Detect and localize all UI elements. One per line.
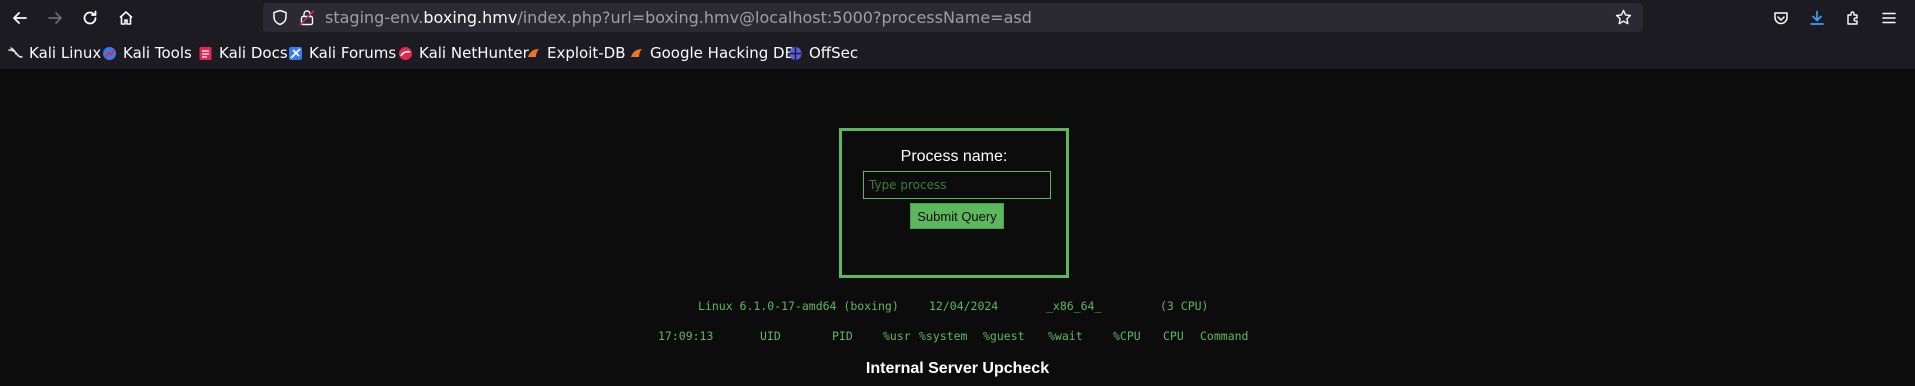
back-arrow-icon bbox=[13, 11, 27, 24]
back-button[interactable] bbox=[6, 4, 34, 31]
bookmark-label: OffSec bbox=[809, 44, 859, 62]
bookmark-kali-forums[interactable]: Kali Forums bbox=[288, 43, 396, 63]
col-pid: PID bbox=[832, 329, 853, 343]
tracking-shield-icon[interactable] bbox=[272, 9, 288, 26]
url-bar[interactable]: staging-env.boxing.hmv/index.php?url=box… bbox=[263, 3, 1643, 32]
col-wait: %wait bbox=[1048, 329, 1083, 343]
bookmark-label: Google Hacking DB bbox=[650, 44, 795, 62]
url-subdomain: staging-env. bbox=[325, 8, 424, 27]
browser-toolbar: staging-env.boxing.hmv/index.php?url=box… bbox=[0, 0, 1915, 35]
bookmark-exploit-db[interactable]: Exploit-DB bbox=[526, 43, 626, 63]
bookmark-kali-tools[interactable]: Kali Tools bbox=[102, 43, 192, 63]
kali-forums-icon bbox=[289, 46, 302, 60]
page-content: Process name: Submit Query Linux 6.1.0-1… bbox=[0, 70, 1915, 386]
forward-button[interactable] bbox=[41, 4, 69, 31]
ghdb-icon bbox=[631, 48, 642, 57]
hamburger-icon bbox=[1882, 12, 1896, 24]
col-usr: %usr bbox=[883, 329, 911, 343]
bookmark-kali-linux[interactable]: Kali Linux bbox=[8, 43, 101, 63]
col-cpu: CPU bbox=[1163, 329, 1184, 343]
bookmark-label: Exploit-DB bbox=[547, 44, 626, 62]
puzzle-icon bbox=[1847, 11, 1858, 25]
url-text[interactable]: staging-env.boxing.hmv/index.php?url=box… bbox=[325, 3, 1032, 32]
col-command: Command bbox=[1200, 329, 1249, 343]
bookmark-label: Kali Tools bbox=[123, 44, 192, 62]
bookmark-label: Kali NetHunter bbox=[419, 44, 529, 62]
forward-arrow-icon bbox=[48, 11, 62, 24]
bookmark-label: Kali Linux bbox=[29, 44, 102, 62]
download-icon bbox=[1810, 10, 1824, 25]
page-heading: Internal Server Upcheck bbox=[865, 360, 1050, 377]
col-time: 17:09:13 bbox=[658, 329, 714, 343]
bookmark-label: Kali Docs bbox=[219, 44, 288, 62]
pocket-icon bbox=[1774, 12, 1788, 25]
bookmark-star-icon[interactable] bbox=[1615, 9, 1632, 26]
bookmark-label: Kali Forums bbox=[309, 44, 397, 62]
process-form: Process name: Submit Query bbox=[839, 128, 1069, 278]
kali-docs-icon bbox=[199, 46, 212, 60]
bookmarks-toolbar: Kali Linux Kali Tools Kali Docs Kali For… bbox=[0, 35, 1915, 70]
pocket-button[interactable] bbox=[1768, 5, 1794, 31]
process-name-input[interactable] bbox=[863, 171, 1051, 199]
sys-date: 12/04/2024 bbox=[929, 299, 999, 313]
submit-query-button[interactable]: Submit Query bbox=[910, 203, 1004, 229]
app-menu-button[interactable] bbox=[1876, 5, 1902, 31]
home-button[interactable] bbox=[112, 4, 140, 31]
reload-button[interactable] bbox=[76, 4, 104, 31]
col-cpu-pct: %CPU bbox=[1113, 329, 1141, 343]
bookmark-google-hacking-db[interactable]: Google Hacking DB bbox=[629, 43, 795, 63]
downloads-button[interactable] bbox=[1804, 5, 1830, 31]
bookmark-kali-docs[interactable]: Kali Docs bbox=[198, 43, 288, 63]
sys-cpu-count: (3 CPU) bbox=[1160, 299, 1209, 313]
kali-nethunter-icon bbox=[399, 46, 412, 60]
process-name-label: Process name: bbox=[900, 148, 1008, 165]
exploit-db-icon bbox=[528, 48, 539, 57]
offsec-icon bbox=[789, 46, 802, 60]
url-domain: boxing.hmv bbox=[423, 8, 518, 27]
insecure-lock-icon[interactable] bbox=[299, 9, 315, 26]
sys-arch: _x86_64_ bbox=[1046, 299, 1102, 313]
bookmark-offsec[interactable]: OffSec bbox=[788, 43, 858, 63]
kali-dragon-icon bbox=[8, 46, 23, 58]
sys-os: Linux 6.1.0-17-amd64 (boxing) bbox=[698, 299, 899, 313]
reload-icon bbox=[83, 10, 97, 24]
extensions-button[interactable] bbox=[1840, 5, 1866, 31]
col-uid: UID bbox=[760, 329, 781, 343]
col-system: %system bbox=[919, 329, 968, 343]
home-icon bbox=[119, 10, 133, 25]
bookmark-kali-nethunter[interactable]: Kali NetHunter bbox=[398, 43, 529, 63]
col-guest: %guest bbox=[983, 329, 1025, 343]
kali-tools-icon bbox=[103, 46, 116, 60]
url-path: /index.php?url=boxing.hmv@localhost:5000… bbox=[517, 8, 1032, 27]
